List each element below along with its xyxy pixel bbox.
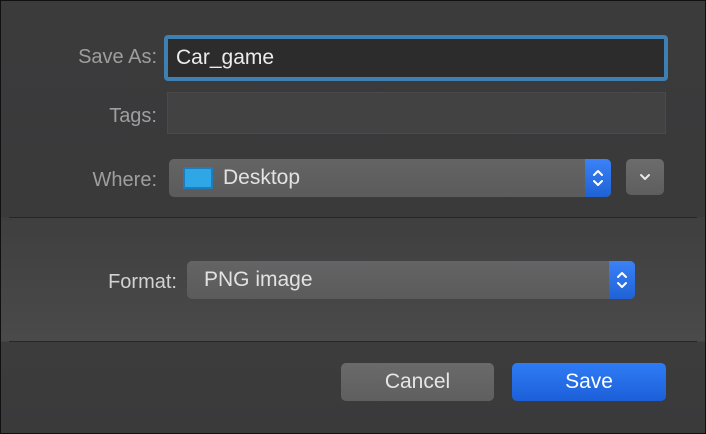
up-down-chevron-icon bbox=[593, 170, 603, 186]
format-popup[interactable]: PNG image bbox=[187, 261, 635, 299]
tags-input[interactable] bbox=[167, 92, 666, 134]
save-dialog: Save As: Tags: Where: Desktop Format: PN… bbox=[0, 0, 706, 434]
chevron-down-icon bbox=[640, 174, 650, 180]
desktop-folder-icon bbox=[183, 167, 213, 189]
where-value: Desktop bbox=[223, 166, 301, 189]
save-as-input[interactable] bbox=[164, 35, 668, 81]
save-as-label: Save As: bbox=[78, 46, 157, 68]
up-down-chevron-icon bbox=[617, 272, 627, 288]
format-stepper[interactable] bbox=[609, 261, 635, 299]
format-label: Format: bbox=[108, 271, 177, 293]
where-label: Where: bbox=[92, 169, 157, 191]
where-popup[interactable]: Desktop bbox=[169, 159, 611, 197]
footer-divider bbox=[9, 341, 697, 342]
tags-label: Tags: bbox=[109, 105, 157, 127]
cancel-button[interactable]: Cancel bbox=[341, 363, 494, 401]
format-value: PNG image bbox=[204, 268, 313, 291]
where-stepper[interactable] bbox=[585, 159, 611, 197]
save-button[interactable]: Save bbox=[512, 363, 666, 401]
section-divider bbox=[9, 217, 697, 218]
expand-button[interactable] bbox=[626, 159, 664, 195]
